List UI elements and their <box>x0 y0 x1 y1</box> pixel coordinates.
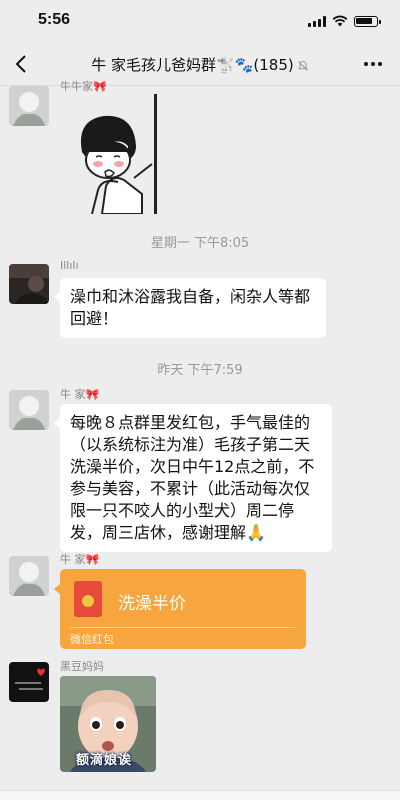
meme-sticker[interactable] <box>62 94 162 214</box>
status-bar: 5:56 <box>0 0 400 42</box>
chevron-left-icon[interactable] <box>10 52 34 76</box>
red-packet-title: 洗澡半价 <box>118 594 186 614</box>
status-time: 5:56 <box>38 11 71 28</box>
red-packet-label: 微信红包 <box>70 633 114 646</box>
timestamp: 星期一 下午8:05 <box>150 236 250 251</box>
cellular-signal-icon <box>308 15 326 27</box>
photo-message[interactable]: 额滴娘诶 <box>60 676 156 772</box>
chat-title: 牛 家毛孩儿爸妈群🐩🐾(185) <box>60 54 340 75</box>
sender-name: 黑豆妈妈 <box>60 660 104 673</box>
divider <box>70 627 296 628</box>
chat-title-text: 牛 家毛孩儿爸妈群🐩🐾(185) <box>91 56 294 74</box>
bell-off-icon <box>297 60 308 71</box>
sender-name: 牛 家🎀 <box>60 388 100 401</box>
sender-name: 牛 家🎀 <box>60 553 100 566</box>
ellipsis-icon[interactable] <box>362 54 384 74</box>
sender-name: Illılı <box>60 259 79 272</box>
wifi-icon <box>332 15 348 27</box>
avatar[interactable] <box>9 662 49 702</box>
avatar[interactable] <box>9 390 49 430</box>
red-envelope-icon <box>74 581 102 617</box>
status-icons <box>308 15 381 27</box>
photo-caption: 额滴娘诶 <box>76 753 133 768</box>
avatar[interactable] <box>9 264 49 304</box>
message-bubble[interactable]: 澡巾和沐浴露我自备，闲杂人等都回避！ <box>54 278 326 338</box>
avatar[interactable] <box>9 86 49 126</box>
message-bubble[interactable]: 每晚８点群里发红包，手气最佳的（以系统标注为准）毛孩子第二天洗澡半价，次日中午1… <box>54 404 332 552</box>
red-packet[interactable]: 洗澡半价 微信红包 <box>54 569 306 649</box>
battery-icon <box>354 15 381 27</box>
sender-name: 牛牛家🎀 <box>60 80 107 93</box>
avatar[interactable] <box>9 556 49 596</box>
input-bar[interactable] <box>0 790 400 800</box>
timestamp: 昨天 下午7:59 <box>157 363 243 378</box>
